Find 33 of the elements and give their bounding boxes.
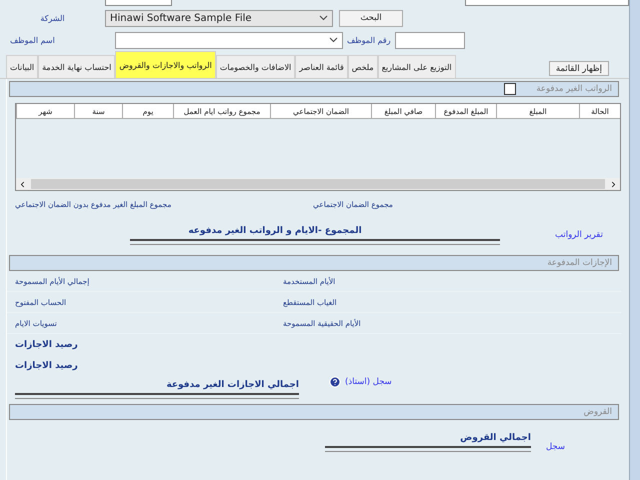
total-title: المجموع -الايام و الرواتب الغير مدفوعه (188, 226, 362, 236)
help-icon[interactable] (329, 376, 341, 388)
employee-name-label: اسم الموظف (10, 36, 55, 44)
leave-balance-label: رصيد الاجازات (15, 360, 78, 370)
leave-balance-label: رصيد الاجازات (15, 340, 78, 350)
salary-report-link[interactable]: تقرير الرواتب (555, 230, 603, 240)
section-header: الإجازات المدفوعة (9, 255, 619, 271)
tab[interactable]: ملخص (348, 55, 378, 78)
employee-number-field[interactable] (394, 32, 465, 48)
scroll-left-icon[interactable] (18, 180, 27, 188)
tab[interactable]: الاضافات والخصومات (216, 55, 296, 78)
tab[interactable]: التوزيع على المشاريع (378, 55, 456, 78)
employee-name-dropdown[interactable] (115, 32, 343, 48)
section-header: القروض (9, 404, 619, 420)
tab[interactable]: البيانات (6, 55, 38, 78)
company-label: الشركة (40, 14, 65, 22)
tab[interactable]: احتساب نهاية الخدمة (38, 55, 116, 78)
show-list-button[interactable]: إظهار القائمة (548, 61, 609, 76)
ledger-link[interactable]: سجل (546, 442, 566, 452)
total-title: اجمالي القروض (459, 432, 531, 442)
checkbox[interactable] (504, 83, 516, 95)
ledger-link[interactable]: سجل (استاذ) (345, 377, 392, 387)
dropdown-caret-icon (319, 15, 328, 21)
horizontal-scrollbar[interactable] (16, 178, 620, 190)
tab[interactable]: الرواتب والاجازات والقروض (115, 51, 216, 78)
employee-number-label: رقم الموظف (347, 36, 391, 44)
search-button[interactable]: البحث (339, 10, 403, 26)
tab[interactable]: قائمة العناصر (295, 55, 348, 78)
total-title: اجمالي الاجازات الغير مدفوعة (165, 380, 299, 390)
dropdown-caret-icon (329, 37, 338, 43)
scroll-right-icon[interactable] (609, 180, 618, 188)
company-dropdown[interactable]: Hinawi Software Sample File (105, 10, 333, 26)
section-header: الرواتب الغير مدفوعة (9, 81, 619, 97)
